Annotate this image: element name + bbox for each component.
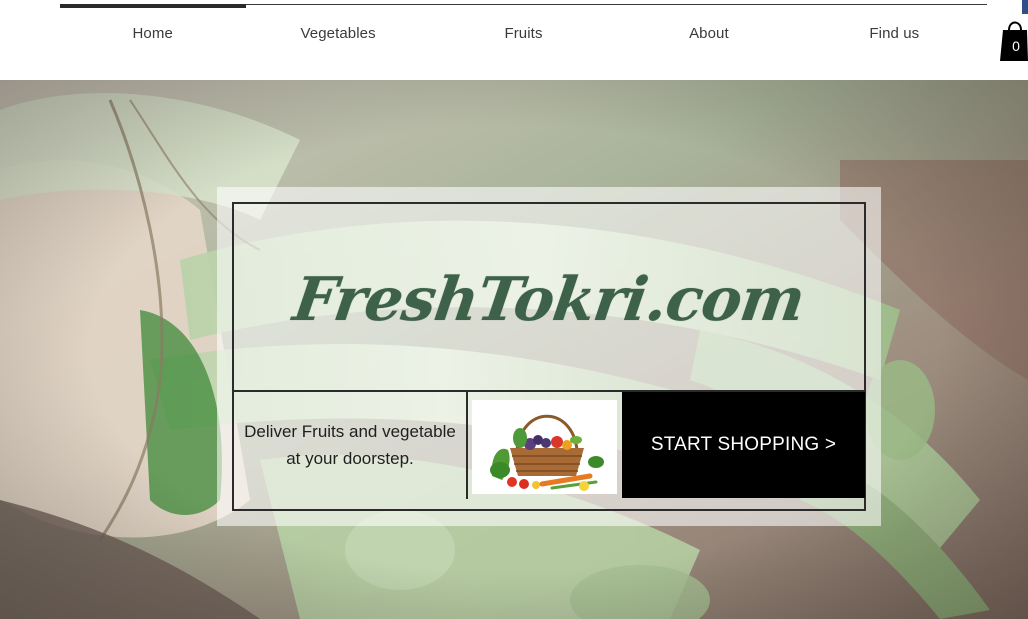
nav-item-vegetables[interactable]: Vegetables bbox=[245, 8, 430, 58]
basket-image bbox=[472, 400, 617, 494]
start-shopping-label: START SHOPPING > bbox=[650, 434, 837, 455]
cart-count: 0 bbox=[1012, 38, 1020, 54]
site-header: Home Vegetables Fruits About Find us 0 bbox=[0, 0, 1028, 80]
fruit-basket-icon bbox=[490, 414, 604, 491]
brand-logo: FreshTokri.com bbox=[232, 225, 866, 375]
start-shopping-button[interactable]: START SHOPPING > bbox=[622, 392, 865, 498]
main-nav: Home Vegetables Fruits About Find us bbox=[60, 8, 987, 58]
brand-name: FreshTokri.com bbox=[289, 265, 809, 335]
nav-item-home[interactable]: Home bbox=[60, 8, 245, 58]
nav-item-find-us[interactable]: Find us bbox=[802, 8, 987, 58]
frame-divider-vertical bbox=[466, 390, 468, 499]
cart-button[interactable]: 0 bbox=[1000, 18, 1028, 61]
hero-tagline: Deliver Fruits and vegetable at your doo… bbox=[244, 422, 456, 468]
cart-corner-accent bbox=[1022, 0, 1028, 14]
shopping-bag-icon: 0 bbox=[1000, 21, 1028, 61]
nav-item-about[interactable]: About bbox=[616, 8, 801, 58]
nav-item-fruits[interactable]: Fruits bbox=[431, 8, 616, 58]
